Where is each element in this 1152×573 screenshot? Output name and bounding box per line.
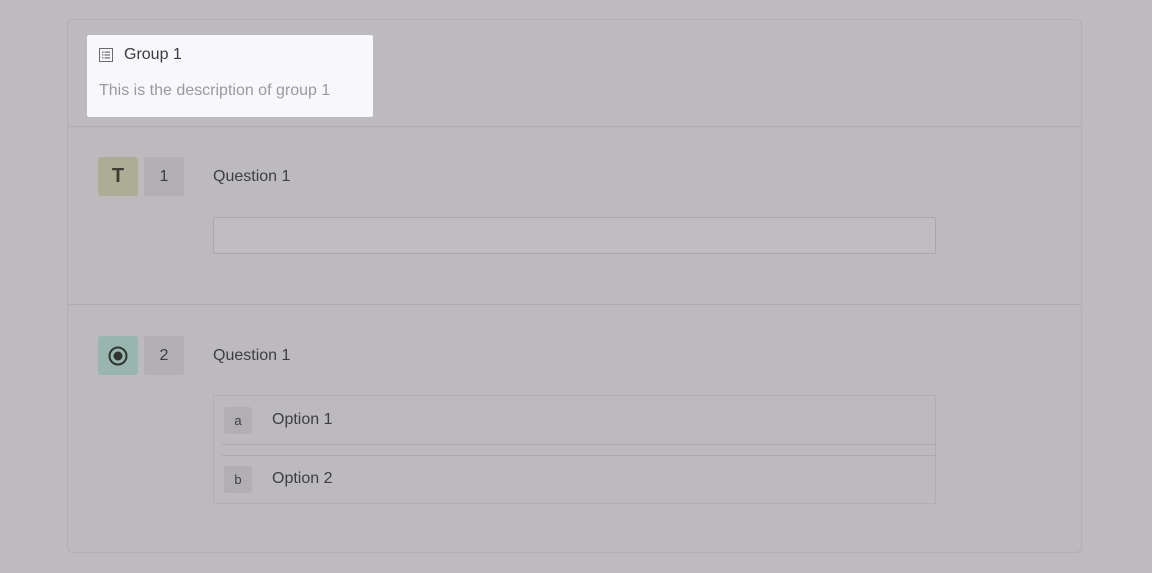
group-title: Group 1 (124, 46, 182, 63)
question-number: 1 (144, 157, 184, 196)
question-label: Question 1 (213, 347, 291, 364)
group-header[interactable]: Group 1 This is the description of group… (87, 35, 373, 117)
divider (67, 304, 1082, 305)
radio-type-badge (98, 336, 138, 375)
options-list: a Option 1 b Option 2 (213, 395, 936, 504)
option-a[interactable]: a Option 1 (214, 396, 935, 444)
option-key: b (224, 465, 252, 493)
option-label: Option 2 (272, 470, 333, 487)
group-description: This is the description of group 1 (99, 82, 331, 99)
question-label: Question 1 (213, 168, 291, 185)
list-icon (99, 48, 113, 62)
option-divider (222, 444, 935, 445)
group-title-row: Group 1 (99, 45, 182, 65)
option-label: Option 1 (272, 411, 333, 428)
question-number: 2 (144, 336, 184, 375)
option-b[interactable]: b Option 2 (214, 455, 935, 503)
option-key: a (224, 406, 252, 434)
divider (67, 126, 1082, 127)
text-type-badge: T (98, 157, 138, 196)
answer-input[interactable] (213, 217, 936, 254)
radio-icon (108, 346, 128, 365)
